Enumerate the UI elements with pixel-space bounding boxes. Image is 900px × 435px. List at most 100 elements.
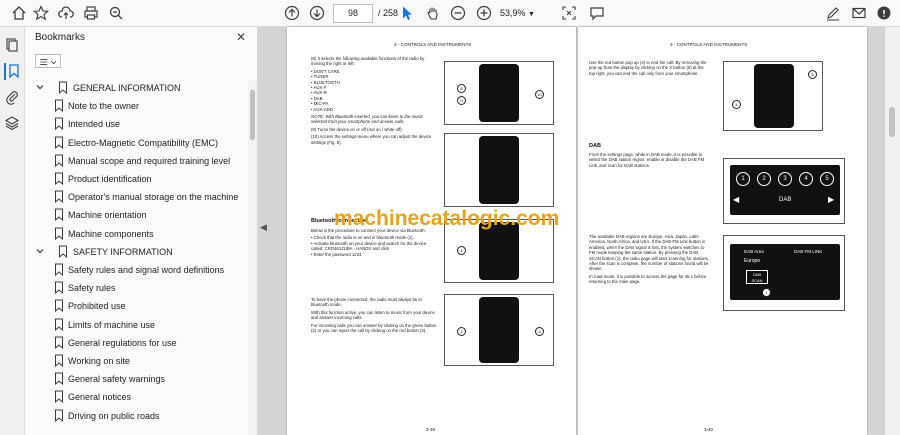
zoom-out-icon[interactable] <box>449 4 467 22</box>
page-total: / 258 <box>378 8 399 18</box>
arrow-right-icon: ▶ <box>828 195 835 204</box>
hand-tool-icon[interactable] <box>424 4 442 22</box>
bookmark-item[interactable]: Electro-Magnetic Compatibility (EMC) <box>25 135 247 153</box>
email-icon[interactable] <box>850 4 868 22</box>
radio-settings-screen <box>479 136 519 204</box>
comment-icon[interactable] <box>588 4 606 22</box>
callout: 4 <box>732 100 741 109</box>
dab-label: DAB <box>779 197 792 203</box>
print-icon[interactable] <box>82 4 100 22</box>
dab-preset-button: 1 <box>736 172 750 186</box>
bookmark-label: Manual scope and required training level <box>68 155 231 166</box>
bookmark-item[interactable]: General notices <box>25 389 247 407</box>
page-number: 3-39 <box>426 427 436 432</box>
bookmarks-title: Bookmarks <box>35 32 86 43</box>
dab-area-figure: DAB Area Europe DAB FM LINK DAB SCAN 1 <box>723 235 845 311</box>
regions-text: The available DAB regions are Europe, As… <box>589 234 709 272</box>
previous-page-icon[interactable] <box>283 4 301 22</box>
page-number-input[interactable]: 98 <box>333 4 373 23</box>
dab-fm-link-label: DAB FM LINK <box>794 249 823 254</box>
bookmark-options-button[interactable] <box>35 54 61 68</box>
bookmark-label: General notices <box>68 392 132 403</box>
collapse-left-icon[interactable]: ◀ <box>260 222 267 233</box>
dab-text: From the settings page, while in DAB mod… <box>589 152 705 168</box>
bookmark-icon <box>54 208 64 222</box>
bookmark-item[interactable]: Safety rules <box>25 280 247 298</box>
item-10-text: (10) Access the settings menu where you … <box>311 134 432 145</box>
dab-preset-button: 2 <box>757 172 771 186</box>
bookmark-item[interactable]: Prohibited use <box>25 298 247 316</box>
bookmark-item[interactable]: Working on site <box>25 353 247 371</box>
attachment-icon[interactable] <box>4 89 21 106</box>
bookmark-item[interactable]: Machine components <box>25 226 247 244</box>
bookmark-icon <box>54 390 64 404</box>
fit-page-icon[interactable] <box>560 4 578 22</box>
callout: 10 <box>535 90 544 99</box>
close-icon[interactable]: ✕ <box>236 30 246 44</box>
radio-screen <box>479 64 519 122</box>
bookmark-icon <box>54 409 64 423</box>
toolbar: 98 / 258 53,9% ▼ <box>0 0 900 27</box>
bookmark-icon <box>54 263 64 277</box>
bookmarks-scrollbar[interactable] <box>248 80 257 435</box>
layers-icon[interactable] <box>4 115 21 132</box>
bt-step: • Activate bluetooth on your device and … <box>311 240 427 252</box>
dab-preset-button: 4 <box>799 172 813 186</box>
radio-figure-2 <box>444 133 554 207</box>
zoom-select[interactable]: 53,9% ▼ <box>500 4 550 23</box>
scroll-thumb[interactable] <box>250 90 255 140</box>
bookmark-section[interactable]: GENERAL INFORMATION <box>25 80 247 98</box>
bookmark-item[interactable]: Note to the owner <box>25 98 247 116</box>
bookmark-label: Machine components <box>68 228 154 239</box>
bookmark-icon <box>54 154 64 168</box>
bookmark-list: GENERAL INFORMATION Note to the owner Inte… <box>25 80 247 435</box>
bookmark-item[interactable]: Limits of machine use <box>25 317 247 335</box>
bookmark-label: GENERAL INFORMATION <box>73 83 181 93</box>
call-popup-screen <box>754 64 794 128</box>
chevron-down-icon[interactable] <box>35 246 45 256</box>
left-text-bt: Below is the procedure to connect your d… <box>311 228 438 257</box>
bookmark-icon <box>54 281 64 295</box>
bookmark-icon <box>54 227 64 241</box>
next-page-icon[interactable] <box>308 4 326 22</box>
cloud-upload-icon[interactable] <box>57 4 75 22</box>
bookmark-item[interactable]: General regulations for use <box>25 335 247 353</box>
bt-steps-list: • Check that the radio is on and in blue… <box>311 235 438 257</box>
bookmark-label: Safety rules <box>68 283 116 294</box>
bookmark-label: Electro-Magnetic Compatibility (EMC) <box>68 137 219 148</box>
bookmark-item[interactable]: Manual scope and required training level <box>25 153 247 171</box>
bookmark-item[interactable]: Intended use <box>25 116 247 134</box>
callout: 2 <box>457 327 466 336</box>
bookmark-label: SAFETY INFORMATION <box>73 246 173 257</box>
bookmark-item[interactable]: Driving on public roads <box>25 408 247 426</box>
bookmark-item[interactable]: Machine orientation <box>25 207 247 225</box>
chevron-down-icon[interactable] <box>35 82 45 92</box>
para-2: With this function active, you can liste… <box>311 309 435 321</box>
bookmark-item[interactable]: Safety rules and signal word definitions <box>25 262 247 280</box>
bookmark-star-icon[interactable] <box>32 4 50 22</box>
scroll-thumb[interactable] <box>889 107 895 137</box>
bookmark-icon <box>54 354 64 368</box>
zoom-in-icon[interactable] <box>475 4 493 22</box>
help-icon[interactable] <box>875 4 893 22</box>
document-scrollbar[interactable] <box>885 27 900 435</box>
select-cursor-icon[interactable] <box>398 4 416 22</box>
right-text-dab: From the settings page, while in DAB mod… <box>589 152 710 170</box>
bookmark-item[interactable]: Operator's manual storage on the machine <box>25 189 247 207</box>
bookmarks-panel-icon[interactable] <box>4 63 21 80</box>
dab-figure: 12345 ◀ DAB ▶ <box>723 158 845 224</box>
bookmark-item[interactable]: General safety warnings <box>25 371 247 389</box>
bookmark-item[interactable]: Product identification <box>25 171 247 189</box>
sign-pen-icon[interactable] <box>824 4 842 22</box>
bookmark-label: Note to the owner <box>68 101 140 112</box>
page-thumbnails-icon[interactable] <box>4 37 21 54</box>
bookmark-section[interactable]: SAFETY INFORMATION <box>25 244 247 262</box>
zoom-search-icon[interactable] <box>107 4 125 22</box>
item-9-text: (9) Turns the device on or off (red on /… <box>311 126 403 132</box>
bookmark-icon <box>54 136 64 150</box>
home-icon[interactable] <box>10 4 28 22</box>
radio-figure-4: 2 3 <box>444 294 554 366</box>
bookmark-label: Prohibited use <box>68 301 126 312</box>
bookmark-icon <box>54 336 64 350</box>
para-3: For incoming calls you can answer by cli… <box>311 322 437 334</box>
